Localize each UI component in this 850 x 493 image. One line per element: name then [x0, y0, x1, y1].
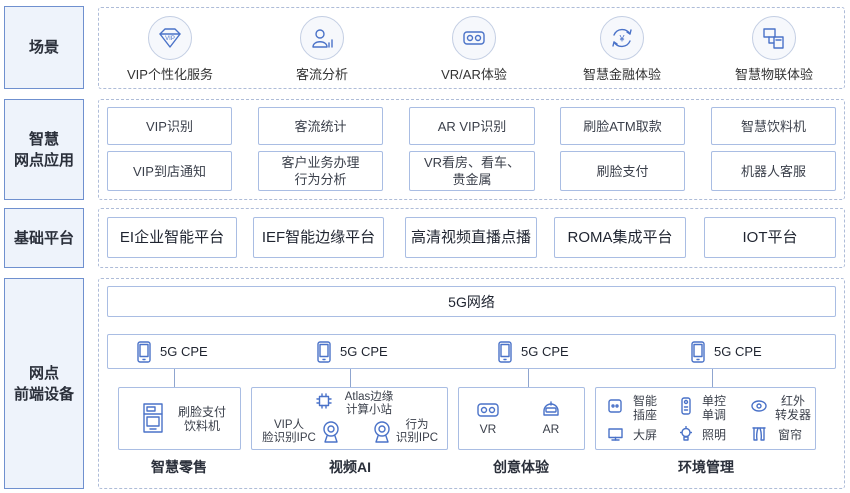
retail-device-label: 刷脸支付 饮料机	[177, 405, 226, 433]
group-retail: 刷脸支付 饮料机	[118, 387, 241, 450]
phone-icon	[137, 341, 151, 363]
yuan-exchange-icon: ¥	[600, 16, 644, 60]
group-title-creative: 创意体验	[493, 459, 549, 475]
scene-label-traffic: 客流分析	[295, 67, 348, 82]
connector-line	[712, 369, 713, 387]
app-box: 客流统计	[258, 107, 383, 145]
platform-box: 高清视频直播点播	[405, 217, 537, 258]
network-label: 5G网络	[448, 293, 495, 310]
cpe-bar: 5G CPE 5G CPE 5G CPE 5G CPE	[107, 334, 836, 369]
group-title-retail: 智慧零售	[151, 459, 207, 475]
curtain-label: 窗帘	[777, 428, 802, 442]
edge-station-label: Atlas边缘 计算小站	[344, 391, 394, 416]
remote-control-icon	[681, 397, 691, 415]
app-label: 刷脸支付	[596, 163, 649, 179]
row-label-devices-text: 网点 前端设备	[13, 364, 74, 403]
connector-line	[528, 369, 529, 387]
screen-icon	[608, 428, 623, 441]
scene-label-vrar: VR/AR体验	[441, 67, 507, 82]
row-label-apps-text: 智慧 网点应用	[13, 130, 74, 169]
vr-label: VR	[479, 422, 497, 436]
screen-label: 大屏	[632, 428, 657, 442]
drink-machine-icon	[143, 403, 163, 433]
svg-text:VIP: VIP	[165, 36, 175, 42]
app-label: 刷脸ATM取款	[583, 118, 662, 134]
platform-box: IOT平台	[704, 217, 836, 258]
socket-label: 智能 插座	[632, 394, 657, 422]
network-bar: 5G网络	[107, 286, 836, 317]
row-label-devices: 网点 前端设备	[4, 278, 84, 489]
platform-box: ROMA集成平台	[554, 217, 686, 258]
connector-line	[350, 369, 351, 387]
phone-icon	[498, 341, 512, 363]
platform-label: 高清视频直播点播	[410, 228, 531, 246]
svg-text:¥: ¥	[618, 34, 625, 44]
cpe-label: 5G CPE	[714, 344, 762, 359]
vr-headset-icon	[452, 16, 496, 60]
group-video-ai: Atlas边缘 计算小站 VIP人 脸识别IPC 行为 识别IPC	[251, 387, 448, 450]
camera-icon	[322, 420, 340, 444]
ir-transmitter-icon	[751, 400, 767, 412]
app-box: VIP识别	[107, 107, 232, 145]
connector-line	[174, 369, 175, 387]
row-label-platform-text: 基础平台	[13, 229, 74, 247]
app-label: AR VIP识别	[437, 118, 507, 134]
app-label: 机器人客服	[740, 163, 806, 179]
app-box: 刷脸ATM取款	[560, 107, 685, 145]
app-label: 智慧饮料机	[740, 118, 806, 134]
platform-label: IOT平台	[742, 228, 798, 246]
scene-label-vip: VIP个性化服务	[127, 67, 213, 82]
scene-label-finance: 智慧金融体验	[582, 67, 661, 82]
group-environment: 智能 插座 单控 单调 红外 转发器 大屏 照明 窗帘	[595, 387, 816, 450]
app-label: VR看房、看车、 贵金属	[423, 155, 521, 187]
cpe-label: 5G CPE	[340, 344, 388, 359]
vip-diamond-icon: VIP	[148, 16, 192, 60]
ar-label: AR	[542, 422, 560, 436]
app-label: 客流统计	[294, 118, 347, 134]
vr-headset-icon	[477, 402, 499, 418]
group-title-video-ai: 视频AI	[329, 459, 371, 475]
platform-label: IEF智能边缘平台	[261, 228, 376, 246]
app-label: 客户业务办理 行为分析	[281, 155, 360, 187]
iot-devices-icon	[752, 16, 796, 60]
app-box: VR看房、看车、 贵金属	[409, 151, 535, 191]
platform-box: EI企业智能平台	[107, 217, 237, 258]
scene-label-iot: 智慧物联体验	[734, 67, 813, 82]
app-box: 机器人客服	[711, 151, 836, 191]
phone-icon	[317, 341, 331, 363]
ir-label: 红外 转发器	[774, 394, 811, 422]
group-creative: VR AR	[458, 387, 585, 450]
camera-icon	[373, 420, 391, 444]
cpe-label: 5G CPE	[160, 344, 208, 359]
light-bulb-icon	[680, 426, 692, 442]
behavior-ipc-label: 行为 识别IPC	[395, 419, 439, 444]
smart-socket-icon	[608, 399, 622, 413]
app-label: VIP到店通知	[133, 163, 206, 179]
app-box: VIP到店通知	[107, 151, 232, 191]
platform-label: EI企业智能平台	[119, 228, 225, 246]
row-label-scene: 场景	[4, 6, 84, 89]
app-box: 客户业务办理 行为分析	[258, 151, 383, 191]
platform-box: IEF智能边缘平台	[253, 217, 384, 258]
architecture-diagram: 场景 智慧 网点应用 基础平台 网点 前端设备 VIP VIP个性化服务 客流分…	[0, 0, 850, 493]
remote-label: 单控 单调	[701, 394, 726, 422]
person-analytics-icon	[300, 16, 344, 60]
vip-ipc-label: VIP人 脸识别IPC	[262, 419, 316, 444]
platform-label: ROMA集成平台	[567, 228, 673, 246]
row-label-apps: 智慧 网点应用	[4, 99, 84, 200]
app-box: 智慧饮料机	[711, 107, 836, 145]
chip-icon	[316, 393, 332, 409]
ar-helmet-icon	[541, 399, 561, 419]
app-box: AR VIP识别	[409, 107, 535, 145]
row-label-platform: 基础平台	[4, 208, 84, 268]
curtain-icon	[752, 427, 766, 441]
app-box: 刷脸支付	[560, 151, 685, 191]
cpe-label: 5G CPE	[521, 344, 569, 359]
app-label: VIP识别	[146, 118, 193, 134]
lighting-label: 照明	[701, 428, 726, 442]
group-title-environment: 环境管理	[678, 459, 734, 475]
row-label-scene-text: 场景	[28, 39, 59, 56]
phone-icon	[691, 341, 705, 363]
